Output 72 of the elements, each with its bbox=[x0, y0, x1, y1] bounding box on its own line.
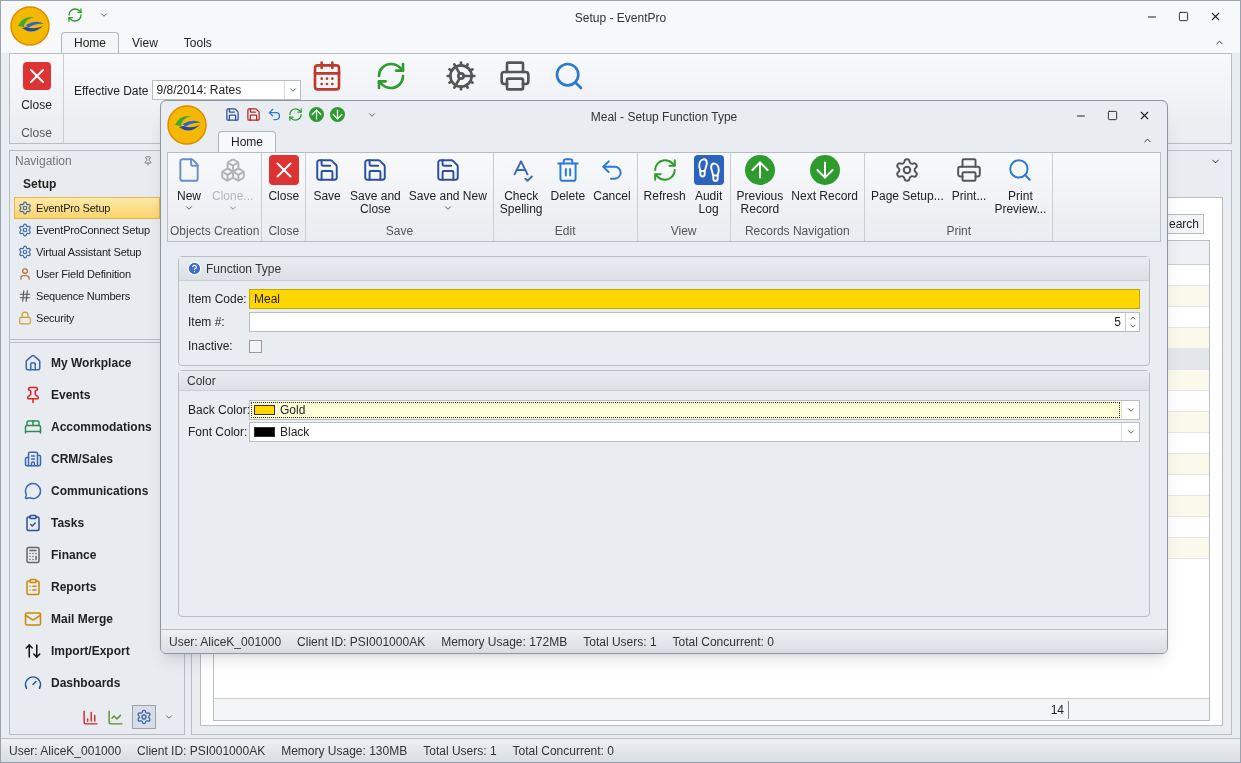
nav-module[interactable]: My Workplace bbox=[10, 347, 146, 379]
ribbon-tab[interactable]: Home bbox=[61, 32, 119, 53]
ribbon-button[interactable]: Save bbox=[308, 155, 347, 203]
close-button[interactable]: Close bbox=[21, 54, 52, 124]
pane-title: Navigation bbox=[15, 153, 72, 170]
item-number-field[interactable]: 5 bbox=[249, 312, 1140, 332]
field-label: Item Code: bbox=[188, 291, 248, 308]
status-text: Memory Usage: 130MB bbox=[281, 742, 408, 760]
nav-item[interactable]: Security bbox=[14, 307, 160, 329]
item-code-field[interactable]: Meal bbox=[249, 289, 1140, 309]
group-label: Save bbox=[384, 223, 415, 240]
nav-module[interactable]: Events bbox=[10, 379, 105, 411]
dialog-title: Meal - Setup Function Type bbox=[590, 109, 738, 126]
status-text: Total Concurrent: 0 bbox=[512, 742, 614, 760]
color-dropdown[interactable]: Black bbox=[249, 422, 1140, 442]
status-text: User: AliceK_001000 bbox=[9, 742, 122, 760]
nav-module[interactable]: Import/Export bbox=[10, 635, 144, 667]
ribbon-button[interactable]: Previous Record bbox=[732, 155, 788, 216]
effective-date-dropdown[interactable]: 9/8/2014: Rates bbox=[152, 80, 302, 100]
ribbon-button[interactable]: Close bbox=[264, 155, 304, 203]
group-label: Records Navigation bbox=[743, 223, 851, 240]
nav-item[interactable]: User Field Definition bbox=[14, 263, 160, 285]
ribbon-tab[interactable]: View bbox=[119, 32, 171, 53]
window-title: Setup - EventPro bbox=[574, 10, 667, 27]
ribbon-button[interactable]: Delete bbox=[546, 155, 590, 203]
field-label: Font Color: bbox=[188, 424, 249, 441]
group-label: Close bbox=[21, 125, 52, 142]
group-label: Print bbox=[945, 223, 973, 240]
nav-module[interactable]: CRM/Sales bbox=[10, 443, 128, 475]
group-label: Objects Creation bbox=[170, 223, 260, 240]
ribbon-button[interactable]: New bbox=[170, 155, 208, 213]
ribbon-button[interactable]: Refresh bbox=[639, 155, 690, 203]
status-text: Memory Usage: 172MB bbox=[441, 633, 568, 651]
group-label: Close bbox=[267, 223, 301, 240]
status-text: Client ID: PSI001000AK bbox=[137, 742, 266, 760]
nav-module[interactable]: Communications bbox=[10, 475, 163, 507]
ribbon-button[interactable]: Print... bbox=[947, 155, 991, 203]
field-label: Effective Date bbox=[74, 83, 149, 100]
group-label: Edit bbox=[553, 223, 577, 240]
ribbon-button[interactable]: Print Preview... bbox=[990, 155, 1051, 216]
field-label: Back Color: bbox=[188, 402, 249, 419]
nav-module[interactable]: Finance bbox=[10, 539, 111, 571]
status-text: Total Users: 1 bbox=[583, 633, 657, 651]
ribbon-tab[interactable]: Home bbox=[218, 131, 276, 152]
color-dropdown[interactable]: Gold bbox=[249, 400, 1140, 420]
panel-title: Function Type bbox=[206, 260, 282, 278]
ribbon-tab[interactable]: Tools bbox=[170, 32, 225, 53]
ribbon-button[interactable]: Audit Log bbox=[689, 155, 728, 216]
row-count: 14 bbox=[1050, 700, 1069, 719]
ribbon-button[interactable]: Check Spelling bbox=[495, 155, 547, 216]
nav-item[interactable]: Virtual Assistant Setup bbox=[14, 241, 160, 263]
nav-module[interactable]: Mail Merge bbox=[10, 603, 127, 635]
status-text: Total Users: 1 bbox=[423, 742, 497, 760]
ribbon-button[interactable]: Page Setup... bbox=[867, 155, 948, 203]
nav-item[interactable]: EventProConnect Setup bbox=[14, 219, 160, 241]
nav-module[interactable]: Dashboards bbox=[10, 667, 135, 699]
field-label: Item #: bbox=[188, 314, 226, 331]
status-text: User: AliceK_001000 bbox=[169, 633, 282, 651]
panel-title: Color bbox=[187, 372, 216, 390]
ribbon-button[interactable]: Save and Close bbox=[346, 155, 405, 216]
ribbon-button[interactable]: Next Record bbox=[787, 155, 862, 203]
ribbon-button[interactable]: Cancel bbox=[589, 155, 635, 203]
nav-item[interactable]: Sequence Numbers bbox=[14, 285, 160, 307]
nav-module[interactable]: Accommodations bbox=[10, 411, 166, 443]
nav-module[interactable]: Tasks bbox=[10, 507, 99, 539]
field-label: Inactive: bbox=[188, 338, 234, 355]
ribbon-button[interactable]: Save and New bbox=[404, 155, 491, 213]
nav-item[interactable]: EventPro Setup bbox=[14, 197, 160, 219]
status-text: Client ID: PSI001000AK bbox=[297, 633, 426, 651]
group-label: View bbox=[669, 223, 698, 240]
status-text: Total Concurrent: 0 bbox=[672, 633, 774, 651]
nav-module[interactable]: Reports bbox=[10, 571, 111, 603]
